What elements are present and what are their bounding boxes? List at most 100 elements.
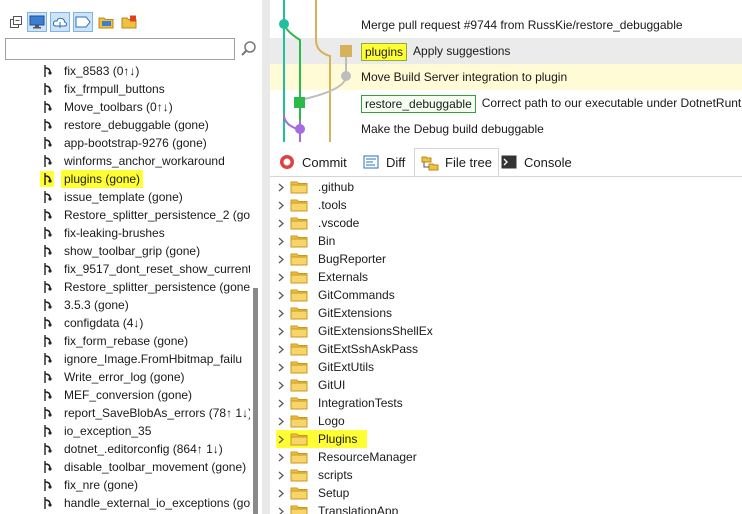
folder-label: scripts — [318, 468, 353, 482]
branch-label: fix_form_rebase (gone) — [64, 334, 189, 348]
show-branches-button[interactable] — [27, 12, 47, 32]
branch-item[interactable]: disable_toolbar_movement (gone) — [40, 458, 246, 476]
branch-item[interactable]: report_SaveBlobAs_errors (78↑ 1↓) — [40, 404, 250, 422]
chevron-right-icon[interactable] — [276, 304, 286, 322]
tab-diff[interactable]: Diff — [356, 148, 411, 176]
chevron-right-icon[interactable] — [276, 232, 286, 250]
commit-message: Correct path to our executable under Dot… — [481, 96, 742, 110]
chevron-right-icon[interactable] — [276, 178, 286, 196]
branch-item[interactable]: winforms_anchor_workaround — [40, 152, 225, 170]
branch-item[interactable]: Move_toolbars (0↑↓) — [40, 98, 173, 116]
tab-label: Console — [524, 154, 572, 170]
chevron-right-icon[interactable] — [276, 430, 286, 448]
folder-item[interactable]: GitExtensions — [276, 304, 392, 322]
branch-item[interactable]: show_toolbar_grip (gone) — [40, 242, 200, 260]
chevron-right-icon[interactable] — [276, 286, 286, 304]
branch-item[interactable]: MEF_conversion (gone) — [40, 386, 192, 404]
folder-item[interactable]: ResourceManager — [276, 448, 417, 466]
tab-console[interactable]: Console — [494, 148, 578, 176]
branch-tag[interactable]: plugins — [361, 42, 408, 61]
branch-icon — [40, 243, 54, 259]
chevron-right-icon[interactable] — [276, 394, 286, 412]
show-submodules-button[interactable] — [96, 12, 116, 32]
branch-icon — [40, 153, 54, 169]
chevron-right-icon[interactable] — [276, 412, 286, 430]
chevron-right-icon[interactable] — [276, 214, 286, 232]
branch-icon — [40, 99, 54, 115]
commit-node — [294, 97, 305, 108]
branch-item[interactable]: app-bootstrap-9276 (gone) — [40, 134, 207, 152]
folder-item[interactable]: TranslationApp — [276, 502, 398, 514]
branch-tag[interactable]: restore_debuggable — [361, 94, 476, 113]
branch-item[interactable]: io_exception_35 — [40, 422, 151, 440]
collapse-all-button[interactable] — [6, 12, 26, 32]
tab-file-tree[interactable]: File tree — [414, 148, 499, 176]
folder-item[interactable]: scripts — [276, 466, 353, 484]
branch-label: MEF_conversion (gone) — [64, 388, 193, 402]
chevron-right-icon[interactable] — [276, 250, 286, 268]
chevron-right-icon[interactable] — [276, 484, 286, 502]
tab-commit[interactable]: Commit — [272, 148, 353, 176]
chevron-right-icon[interactable] — [276, 340, 286, 358]
branch-item[interactable]: handle_external_io_exceptions (go — [40, 494, 250, 512]
branch-item[interactable]: Restore_splitter_persistence (gone — [40, 278, 250, 296]
folder-icon — [290, 234, 308, 248]
chevron-right-icon[interactable] — [276, 466, 286, 484]
branch-item[interactable]: fix-leaking-brushes — [40, 224, 165, 242]
folder-item[interactable]: Externals — [276, 268, 368, 286]
left-scrollbar[interactable] — [253, 288, 258, 514]
branch-item[interactable]: ignore_Image.FromHbitmap_failu — [40, 350, 242, 368]
file-tree-view: .github .tools .vscode Bin BugReporter Extern… — [270, 176, 742, 514]
branch-item[interactable]: fix_nre (gone) — [40, 476, 138, 494]
chevron-right-icon[interactable] — [276, 322, 286, 340]
branch-search-input[interactable] — [5, 38, 235, 60]
folder-item[interactable]: Logo — [276, 412, 345, 430]
chevron-right-icon[interactable] — [276, 358, 286, 376]
branch-label: io_exception_35 — [64, 424, 152, 438]
folder-item[interactable]: GitExtUtils — [276, 358, 374, 376]
branch-item[interactable]: 3.5.3 (gone) — [40, 296, 129, 314]
folder-item[interactable]: .vscode — [276, 214, 359, 232]
chevron-right-icon[interactable] — [276, 196, 286, 214]
branch-item[interactable]: configdata (4↓) — [40, 314, 143, 332]
folder-item[interactable]: Setup — [276, 484, 349, 502]
folder-item[interactable]: .tools — [276, 196, 347, 214]
branch-item[interactable]: fix_form_rebase (gone) — [40, 332, 188, 350]
show-tags-button[interactable] — [73, 12, 93, 32]
left-toolbar — [0, 0, 262, 34]
branch-item[interactable]: plugins (gone) — [40, 170, 144, 188]
folder-item[interactable]: .github — [276, 178, 354, 196]
folder-item[interactable]: IntegrationTests — [276, 394, 403, 412]
search-icon[interactable] — [240, 40, 258, 58]
branch-item[interactable]: fix_frmpull_buttons — [40, 80, 165, 98]
chevron-right-icon[interactable] — [276, 448, 286, 466]
folder-item[interactable]: GitUI — [276, 376, 345, 394]
show-remotes-button[interactable] — [50, 12, 70, 32]
folder-item[interactable]: GitCommands — [276, 286, 395, 304]
chevron-right-icon[interactable] — [276, 376, 286, 394]
branch-item[interactable]: Restore_splitter_persistence_2 (gon — [40, 206, 250, 224]
branch-item[interactable]: restore_debuggable (gone) — [40, 116, 209, 134]
folder-item[interactable]: GitExtSshAskPass — [276, 340, 418, 358]
chevron-right-icon[interactable] — [276, 502, 286, 514]
folder-item[interactable]: Plugins — [276, 430, 368, 448]
commit-message: Make the Debug build debuggable — [361, 122, 544, 136]
pane-splitter[interactable] — [262, 0, 270, 514]
folder-item[interactable]: Bin — [276, 232, 335, 250]
branch-icon — [40, 117, 54, 133]
branch-item[interactable]: dotnet_.editorconfig (864↑ 1↓) — [40, 440, 223, 458]
folder-item[interactable]: GitExtensionsShellEx — [276, 322, 433, 340]
stash-icon — [121, 15, 137, 29]
branch-item[interactable]: Write_error_log (gone) — [40, 368, 185, 386]
branch-item[interactable]: issue_template (gone) — [40, 188, 183, 206]
branch-item[interactable]: fix_9517_dont_reset_show_current_ — [40, 260, 250, 278]
show-stashes-button[interactable] — [119, 12, 139, 32]
branch-item[interactable]: fix_8583 (0↑↓) — [40, 62, 139, 80]
folder-item[interactable]: BugReporter — [276, 250, 386, 268]
commit-node — [279, 19, 289, 29]
chevron-right-icon[interactable] — [276, 268, 286, 286]
folder-label: .tools — [318, 198, 347, 212]
branch-icon — [40, 63, 54, 79]
folder-label: IntegrationTests — [318, 396, 403, 410]
branch-tree: fix_8583 (0↑↓) fix_frmpull_buttons Move_to… — [0, 62, 250, 514]
